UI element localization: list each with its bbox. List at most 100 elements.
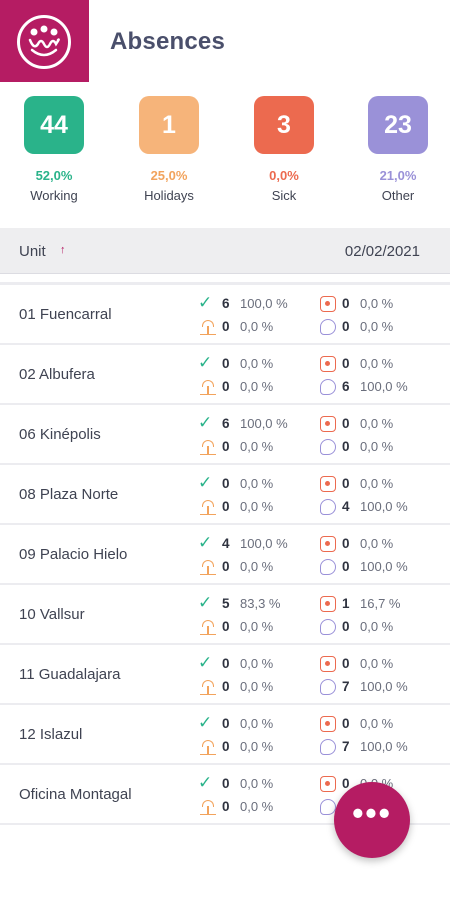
holidays-count: 0 — [222, 799, 230, 814]
date-selector[interactable]: 02/02/2021 — [345, 243, 420, 260]
sick-pct: 0,0 % — [360, 476, 394, 491]
other-icon — [320, 499, 336, 515]
unit-name: Oficina Montagal — [19, 786, 132, 803]
working-pct: 0,0 % — [240, 656, 274, 671]
working-cell: ✓ 0 0,0 % — [198, 773, 315, 794]
stats-summary: 44 52,0% Working 1 25,0% Holidays 3 0,0%… — [0, 96, 450, 216]
holidays-cell: 0 0,0 % — [200, 317, 315, 337]
sort-asc-icon[interactable]: ↑ — [60, 244, 66, 256]
sick-pct: 0,0 % — [360, 416, 394, 431]
unit-name: 08 Plaza Norte — [19, 486, 119, 503]
holidays-icon — [200, 619, 216, 635]
table-row[interactable]: 08 Plaza Norte ✓ 0 0,0 % 0 0,0 % 0 0,0 % 4 100,0 … — [0, 465, 450, 525]
check-icon: ✓ — [198, 293, 213, 312]
other-pct: 100,0 % — [360, 499, 408, 514]
other-pct: 0,0 % — [360, 619, 394, 634]
other-count: 0 — [342, 619, 350, 634]
check-icon: ✓ — [198, 593, 213, 612]
sick-icon — [320, 536, 336, 552]
sick-cell: 1 16,7 % — [320, 594, 440, 614]
stat-other-pct: 21,0% — [379, 168, 417, 183]
holidays-icon — [200, 319, 216, 335]
working-cell: ✓ 4 100,0 % — [198, 533, 315, 554]
working-cell: ✓ 0 0,0 % — [198, 653, 315, 674]
working-cell: ✓ 0 0,0 % — [198, 473, 315, 494]
holidays-cell: 0 0,0 % — [200, 557, 315, 577]
sick-count: 0 — [342, 656, 350, 671]
working-pct: 0,0 % — [240, 776, 274, 791]
app-header: Absences — [0, 0, 450, 82]
stat-working-label: Working — [30, 188, 78, 203]
other-icon — [320, 559, 336, 575]
stat-working-value: 44 — [24, 96, 84, 154]
stat-holidays-value: 1 — [139, 96, 199, 154]
sick-pct: 0,0 % — [360, 536, 394, 551]
unit-name: 06 Kinépolis — [19, 426, 101, 443]
stat-working[interactable]: 44 52,0% Working — [4, 96, 104, 203]
holidays-pct: 0,0 % — [240, 319, 274, 334]
sick-icon — [320, 476, 336, 492]
stat-other[interactable]: 23 21,0% Other — [348, 96, 448, 203]
other-icon — [320, 739, 336, 755]
working-pct: 0,0 % — [240, 356, 274, 371]
sick-icon — [320, 776, 336, 792]
holidays-cell: 0 0,0 % — [200, 497, 315, 517]
working-count: 0 — [222, 656, 230, 671]
holidays-icon — [200, 679, 216, 695]
holidays-count: 0 — [222, 619, 230, 634]
holidays-icon — [200, 499, 216, 515]
stat-other-value: 23 — [368, 96, 428, 154]
other-pct: 100,0 % — [360, 739, 408, 754]
working-count: 6 — [222, 416, 230, 431]
stat-holidays[interactable]: 1 25,0% Holidays — [119, 96, 219, 203]
sick-icon — [320, 716, 336, 732]
working-pct: 100,0 % — [240, 536, 288, 551]
table-row[interactable]: 11 Guadalajara ✓ 0 0,0 % 0 0,0 % 0 0,0 % 7 100,0 … — [0, 645, 450, 705]
working-pct: 0,0 % — [240, 716, 274, 731]
holidays-icon — [200, 439, 216, 455]
sick-icon — [320, 656, 336, 672]
table-row[interactable]: 10 Vallsur ✓ 5 83,3 % 0 0,0 % 1 16,7 % 0 0,0 % — [0, 585, 450, 645]
table-row[interactable]: 06 Kinépolis ✓ 6 100,0 % 0 0,0 % 0 0,0 % 0 0,0 % — [0, 405, 450, 465]
more-actions-button[interactable]: ••• — [334, 782, 410, 858]
table-row[interactable]: 09 Palacio Hielo ✓ 4 100,0 % 0 0,0 % 0 0,0 % 0 10… — [0, 525, 450, 585]
table-header: Unit ↑ 02/02/2021 — [0, 228, 450, 274]
working-cell: ✓ 6 100,0 % — [198, 413, 315, 434]
working-pct: 100,0 % — [240, 296, 288, 311]
other-pct: 100,0 % — [360, 559, 408, 574]
table-row[interactable]: 01 Fuencarral ✓ 6 100,0 % 0 0,0 % 0 0,0 % 0 0,0 % — [0, 285, 450, 345]
working-count: 6 — [222, 296, 230, 311]
working-pct: 0,0 % — [240, 476, 274, 491]
table-row[interactable]: 02 Albufera ✓ 0 0,0 % 0 0,0 % 0 0,0 % 6 100,0 % — [0, 345, 450, 405]
holidays-icon — [200, 559, 216, 575]
more-icon: ••• — [352, 795, 392, 831]
stat-sick[interactable]: 3 0,0% Sick — [234, 96, 334, 203]
sick-icon — [320, 356, 336, 372]
other-count: 0 — [342, 559, 350, 574]
other-cell: 7 100,0 % — [320, 677, 440, 697]
holidays-count: 0 — [222, 379, 230, 394]
unit-column-header[interactable]: Unit — [19, 243, 46, 260]
other-count: 7 — [342, 679, 350, 694]
sick-icon — [320, 296, 336, 312]
other-cell: 4 100,0 % — [320, 497, 440, 517]
holidays-pct: 0,0 % — [240, 499, 274, 514]
working-cell: ✓ 0 0,0 % — [198, 713, 315, 734]
working-pct: 100,0 % — [240, 416, 288, 431]
unit-name: 09 Palacio Hielo — [19, 546, 128, 563]
stat-other-label: Other — [381, 188, 415, 203]
working-count: 0 — [222, 476, 230, 491]
sick-icon — [320, 416, 336, 432]
sick-cell: 0 0,0 % — [320, 474, 440, 494]
holidays-icon — [200, 739, 216, 755]
sick-pct: 0,0 % — [360, 296, 394, 311]
stat-sick-pct: 0,0% — [269, 168, 299, 183]
sick-icon — [320, 596, 336, 612]
other-count: 0 — [342, 319, 350, 334]
table-row[interactable]: 12 Islazul ✓ 0 0,0 % 0 0,0 % 0 0,0 % 7 100,0 % — [0, 705, 450, 765]
app-logo[interactable] — [0, 0, 89, 82]
sick-cell: 0 0,0 % — [320, 294, 440, 314]
sick-count: 0 — [342, 716, 350, 731]
sick-cell: 0 0,0 % — [320, 354, 440, 374]
stat-working-pct: 52,0% — [35, 168, 73, 183]
